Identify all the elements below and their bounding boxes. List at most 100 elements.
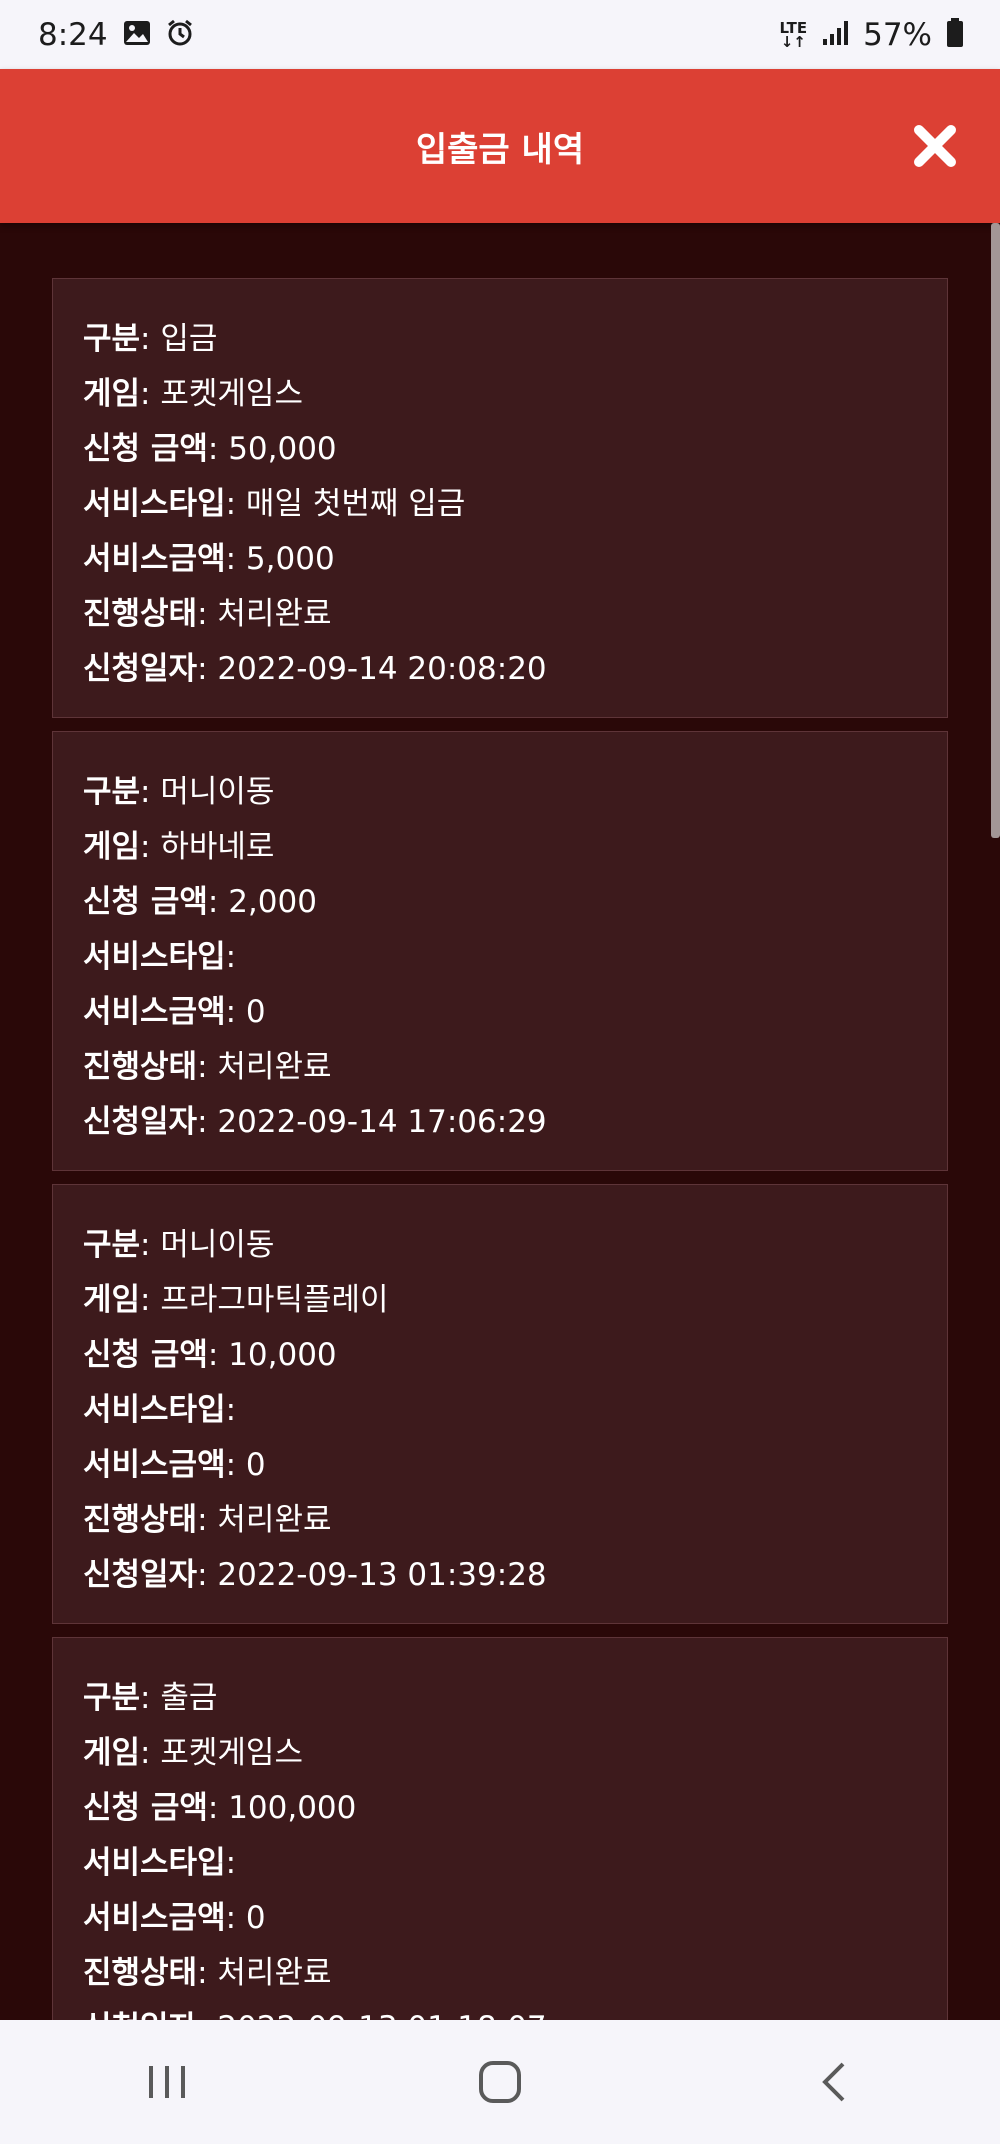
service-type-row: 서비스타입: bbox=[83, 1836, 917, 1891]
date-label: 신청일자 bbox=[83, 651, 198, 687]
separator: : bbox=[225, 1900, 246, 1936]
separator: : bbox=[140, 1735, 161, 1771]
amount-value: 10,000 bbox=[228, 1337, 337, 1373]
amount-value: 100,000 bbox=[228, 1790, 357, 1826]
separator: : bbox=[207, 431, 229, 467]
date-value: 2022-09-14 17:06:29 bbox=[217, 1104, 547, 1140]
game-label: 게임 bbox=[83, 829, 141, 865]
status-bar: 8:24 LTE ↓↑ 57% bbox=[0, 0, 1000, 69]
separator: : bbox=[225, 1392, 237, 1428]
separator: : bbox=[140, 829, 161, 865]
amount-value: 2,000 bbox=[228, 884, 317, 920]
separator: : bbox=[197, 1049, 218, 1085]
back-button[interactable] bbox=[793, 2042, 873, 2122]
service-amount-label: 서비스금액 bbox=[83, 1447, 226, 1483]
close-button[interactable] bbox=[910, 121, 960, 171]
status-row: 진행상태: 처리완료 bbox=[83, 1946, 917, 2001]
transaction-card: 구분: 입금 게임: 포켓게임스 신청 금액: 50,000 서비스타입: 매일… bbox=[52, 278, 948, 718]
type-label: 구분 bbox=[83, 1680, 141, 1716]
recents-icon[interactable] bbox=[145, 2062, 189, 2102]
amount-value: 50,000 bbox=[228, 431, 337, 467]
separator: : bbox=[225, 994, 246, 1030]
separator: : bbox=[207, 884, 229, 920]
separator: : bbox=[197, 1502, 218, 1538]
game-value: 프라그마틱플레이 bbox=[160, 1282, 389, 1318]
recents-button[interactable] bbox=[127, 2042, 207, 2122]
separator: : bbox=[197, 1955, 218, 1991]
lte-icon: LTE ↓↑ bbox=[779, 18, 808, 51]
page-title: 입출금 내역 bbox=[415, 129, 585, 170]
transaction-list[interactable]: 구분: 입금 게임: 포켓게임스 신청 금액: 50,000 서비스타입: 매일… bbox=[0, 223, 1000, 2020]
service-amount-row: 서비스금액: 5,000 bbox=[83, 532, 917, 587]
alarm-icon bbox=[166, 19, 194, 51]
separator: : bbox=[140, 376, 161, 412]
date-label: 신청일자 bbox=[83, 1104, 198, 1140]
game-value: 포켓게임스 bbox=[160, 376, 303, 412]
close-icon[interactable] bbox=[910, 121, 960, 171]
type-value: 출금 bbox=[160, 1680, 218, 1716]
service-amount-row: 서비스금액: 0 bbox=[83, 1891, 917, 1946]
game-label: 게임 bbox=[83, 1282, 141, 1318]
amount-label: 신청 금액 bbox=[83, 1790, 208, 1826]
service-type-label: 서비스타입 bbox=[83, 486, 226, 522]
scrollbar[interactable] bbox=[991, 223, 1000, 838]
service-amount-row: 서비스금액: 0 bbox=[83, 985, 917, 1040]
status-bar-left: 8:24 bbox=[38, 17, 194, 53]
game-row: 게임: 포켓게임스 bbox=[83, 1726, 917, 1781]
transaction-card: 구분: 출금 게임: 포켓게임스 신청 금액: 100,000 서비스타입: 서… bbox=[52, 1637, 948, 2020]
transaction-card: 구분: 머니이동 게임: 프라그마틱플레이 신청 금액: 10,000 서비스타… bbox=[52, 1184, 948, 1624]
network-label: LTE bbox=[779, 18, 808, 37]
separator: : bbox=[225, 1845, 237, 1881]
service-type-label: 서비스타입 bbox=[83, 1392, 226, 1428]
status-value: 처리완료 bbox=[217, 596, 332, 632]
type-label: 구분 bbox=[83, 1227, 141, 1263]
service-type-label: 서비스타입 bbox=[83, 939, 226, 975]
back-icon[interactable] bbox=[817, 2060, 849, 2104]
type-value: 머니이동 bbox=[160, 1227, 275, 1263]
home-icon[interactable] bbox=[477, 2059, 523, 2105]
status-time: 8:24 bbox=[38, 16, 108, 53]
amount-row: 신청 금액: 50,000 bbox=[83, 422, 917, 477]
separator: : bbox=[225, 1447, 246, 1483]
date-label: 신청일자 bbox=[83, 1557, 198, 1593]
status-value: 처리완료 bbox=[217, 1502, 332, 1538]
service-type-label: 서비스타입 bbox=[83, 1845, 226, 1881]
amount-label: 신청 금액 bbox=[83, 1337, 208, 1373]
status-row: 진행상태: 처리완료 bbox=[83, 587, 917, 642]
service-amount-row: 서비스금액: 0 bbox=[83, 1438, 917, 1493]
type-label: 구분 bbox=[83, 774, 141, 810]
separator: : bbox=[140, 1227, 161, 1263]
battery-percent: 57% bbox=[863, 16, 932, 53]
system-nav-bar bbox=[0, 2020, 1000, 2144]
status-label: 진행상태 bbox=[83, 596, 198, 632]
battery-icon bbox=[946, 17, 964, 52]
amount-row: 신청 금액: 2,000 bbox=[83, 875, 917, 930]
signal-icon bbox=[821, 19, 849, 51]
separator: : bbox=[225, 939, 237, 975]
game-value: 포켓게임스 bbox=[160, 1735, 303, 1771]
separator: : bbox=[140, 1282, 161, 1318]
service-amount-value: 0 bbox=[245, 994, 266, 1030]
status-row: 진행상태: 처리완료 bbox=[83, 1040, 917, 1095]
status-label: 진행상태 bbox=[83, 1049, 198, 1085]
record-type-row: 구분: 머니이동 bbox=[83, 765, 917, 820]
game-row: 게임: 하바네로 bbox=[83, 820, 917, 875]
separator: : bbox=[140, 321, 161, 357]
date-label: 신청일자 bbox=[83, 2010, 197, 2020]
amount-row: 신청 금액: 100,000 bbox=[83, 1781, 917, 1836]
status-label: 진행상태 bbox=[83, 1955, 198, 1991]
game-label: 게임 bbox=[83, 1735, 141, 1771]
date-value: 2022-09-13 01:39:28 bbox=[217, 1557, 547, 1593]
service-amount-value: 5,000 bbox=[245, 541, 335, 577]
amount-label: 신청 금액 bbox=[83, 884, 208, 920]
type-value: 입금 bbox=[160, 321, 218, 357]
separator: : bbox=[225, 486, 246, 522]
status-value: 처리완료 bbox=[217, 1955, 332, 1991]
separator: : bbox=[197, 596, 218, 632]
separator: : bbox=[197, 1104, 218, 1140]
status-label: 진행상태 bbox=[83, 1502, 198, 1538]
separator: : bbox=[207, 1790, 229, 1826]
service-amount-value: 0 bbox=[245, 1900, 266, 1936]
home-button[interactable] bbox=[460, 2042, 540, 2122]
service-amount-label: 서비스금액 bbox=[83, 994, 226, 1030]
